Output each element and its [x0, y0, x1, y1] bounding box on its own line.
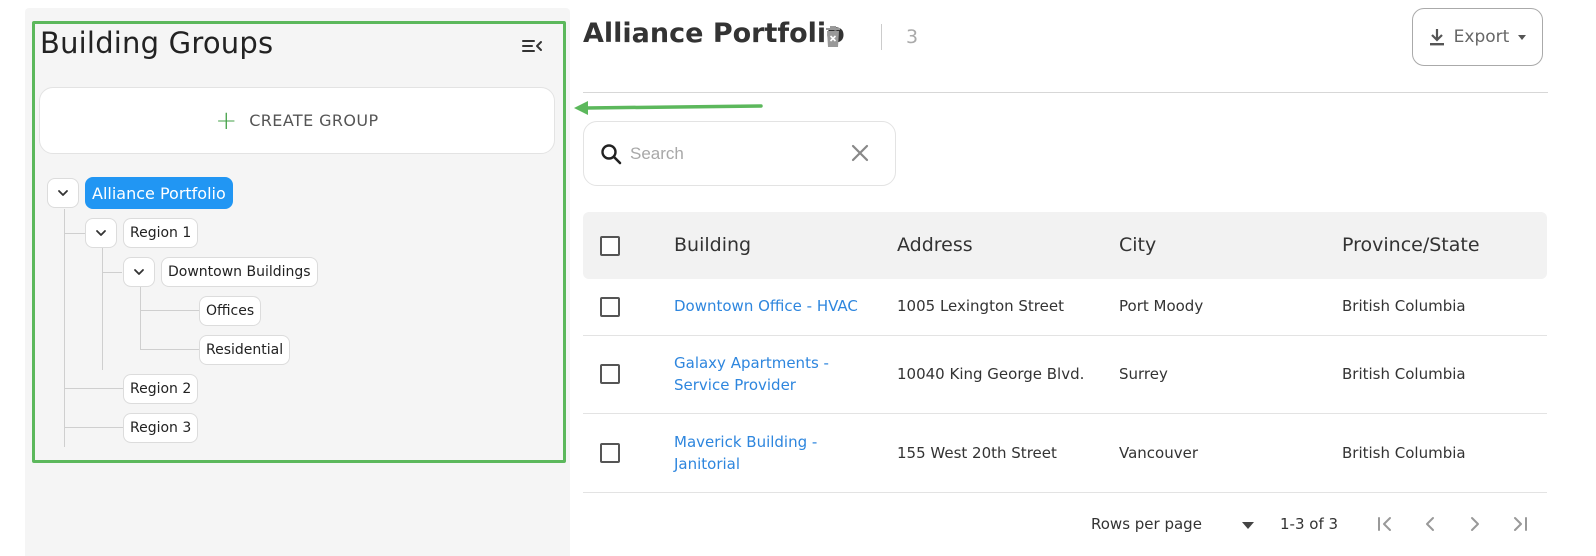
- download-icon: [1429, 29, 1444, 46]
- address-cell: 155 West 20th Street: [897, 444, 1057, 462]
- row-checkbox[interactable]: [600, 297, 620, 317]
- chevron-down-icon: [134, 269, 144, 275]
- last-page-icon: [1514, 517, 1527, 531]
- toggle-region-1[interactable]: [85, 218, 117, 248]
- tree-node-region-2[interactable]: Region 2: [123, 374, 199, 404]
- export-button[interactable]: Export: [1412, 8, 1543, 66]
- building-link[interactable]: Galaxy Apartments - Service Provider: [674, 352, 829, 396]
- pagination: Rows per page 1-3 of 3: [583, 508, 1547, 540]
- building-link[interactable]: Downtown Office - HVAC: [674, 295, 858, 317]
- column-header-province[interactable]: Province/State: [1342, 234, 1480, 256]
- first-page-icon: [1378, 517, 1391, 531]
- toggle-alliance-portfolio[interactable]: [47, 178, 79, 208]
- search-input[interactable]: [630, 143, 830, 164]
- tree-connector: [102, 272, 122, 273]
- caret-down-icon: [1518, 35, 1527, 40]
- tree-connector: [64, 427, 123, 428]
- export-label: Export: [1453, 27, 1510, 47]
- address-cell: 1005 Lexington Street: [897, 297, 1064, 315]
- city-cell: Vancouver: [1119, 444, 1198, 462]
- plus-icon: +: [215, 105, 238, 136]
- column-header-address[interactable]: Address: [897, 234, 973, 256]
- city-cell: Port Moody: [1119, 297, 1204, 315]
- toggle-downtown-buildings[interactable]: [123, 257, 155, 287]
- column-header-city[interactable]: City: [1119, 234, 1156, 256]
- building-count: 3: [906, 26, 919, 48]
- tree-connector: [102, 248, 103, 370]
- building-link[interactable]: Maverick Building - Janitorial: [674, 431, 817, 475]
- prev-page-icon: [1426, 517, 1434, 531]
- chevron-down-icon: [96, 230, 106, 236]
- province-cell: British Columbia: [1342, 444, 1466, 462]
- rows-per-page-label: Rows per page: [1091, 515, 1202, 533]
- search-box: [583, 121, 896, 186]
- page-range: 1-3 of 3: [1280, 515, 1339, 533]
- page-title: Alliance Portfolio: [583, 18, 845, 49]
- tree-connector: [140, 287, 141, 349]
- building-link-line: Maverick Building -: [674, 433, 818, 451]
- buildings-table: Building Address City Province/State Dow…: [583, 212, 1547, 493]
- chevron-down-icon: [58, 190, 68, 196]
- clear-search-button[interactable]: [849, 142, 871, 164]
- tree-connector: [140, 349, 199, 350]
- header-divider: [583, 92, 1548, 93]
- building-link-line: Galaxy Apartments -: [674, 354, 829, 372]
- prev-page-button[interactable]: [1416, 510, 1444, 538]
- tree-node-region-1[interactable]: Region 1: [123, 218, 199, 248]
- next-page-icon: [1471, 517, 1479, 531]
- select-all-checkbox[interactable]: [600, 236, 620, 256]
- create-group-label: CREATE GROUP: [249, 111, 379, 130]
- address-cell: 10040 King George Blvd.: [897, 365, 1085, 383]
- pointer-arrow-icon: [574, 101, 763, 115]
- row-checkbox[interactable]: [600, 364, 620, 384]
- tree-node-downtown-buildings[interactable]: Downtown Buildings: [161, 257, 318, 287]
- collapse-panel-button[interactable]: [520, 34, 544, 58]
- city-cell: Surrey: [1119, 365, 1168, 383]
- tree-node-alliance-portfolio[interactable]: Alliance Portfolio: [85, 177, 233, 209]
- building-link-line: Janitorial: [674, 455, 741, 473]
- table-row: Downtown Office - HVAC 1005 Lexington St…: [583, 279, 1547, 336]
- table-header: Building Address City Province/State: [583, 212, 1547, 279]
- delete-icon: [826, 26, 840, 47]
- tree-node-residential[interactable]: Residential: [199, 335, 291, 365]
- rows-per-page-select[interactable]: [1223, 514, 1263, 536]
- caret-down-icon: [1242, 522, 1254, 529]
- create-group-button[interactable]: + CREATE GROUP: [39, 87, 555, 154]
- next-page-button[interactable]: [1461, 510, 1489, 538]
- province-cell: British Columbia: [1342, 297, 1466, 315]
- table-row: Maverick Building - Janitorial 155 West …: [583, 414, 1547, 493]
- tree-node-region-3[interactable]: Region 3: [123, 413, 199, 443]
- title-divider: [881, 24, 882, 50]
- delete-group-button[interactable]: [822, 25, 844, 49]
- row-checkbox[interactable]: [600, 443, 620, 463]
- table-row: Galaxy Apartments - Service Provider 100…: [583, 336, 1547, 414]
- close-icon: [851, 144, 869, 162]
- search-icon: [601, 143, 622, 164]
- first-page-button[interactable]: [1371, 510, 1399, 538]
- tree-connector: [64, 233, 85, 234]
- column-header-building[interactable]: Building: [674, 234, 751, 256]
- last-page-button[interactable]: [1506, 510, 1534, 538]
- tree-node-offices[interactable]: Offices: [199, 296, 262, 326]
- tree-connector: [140, 310, 199, 311]
- tree-connector: [64, 209, 65, 447]
- collapse-menu-icon: [522, 40, 542, 52]
- building-link-line: Service Provider: [674, 376, 796, 394]
- tree-connector: [64, 388, 123, 389]
- province-cell: British Columbia: [1342, 365, 1466, 383]
- panel-title: Building Groups: [40, 26, 274, 60]
